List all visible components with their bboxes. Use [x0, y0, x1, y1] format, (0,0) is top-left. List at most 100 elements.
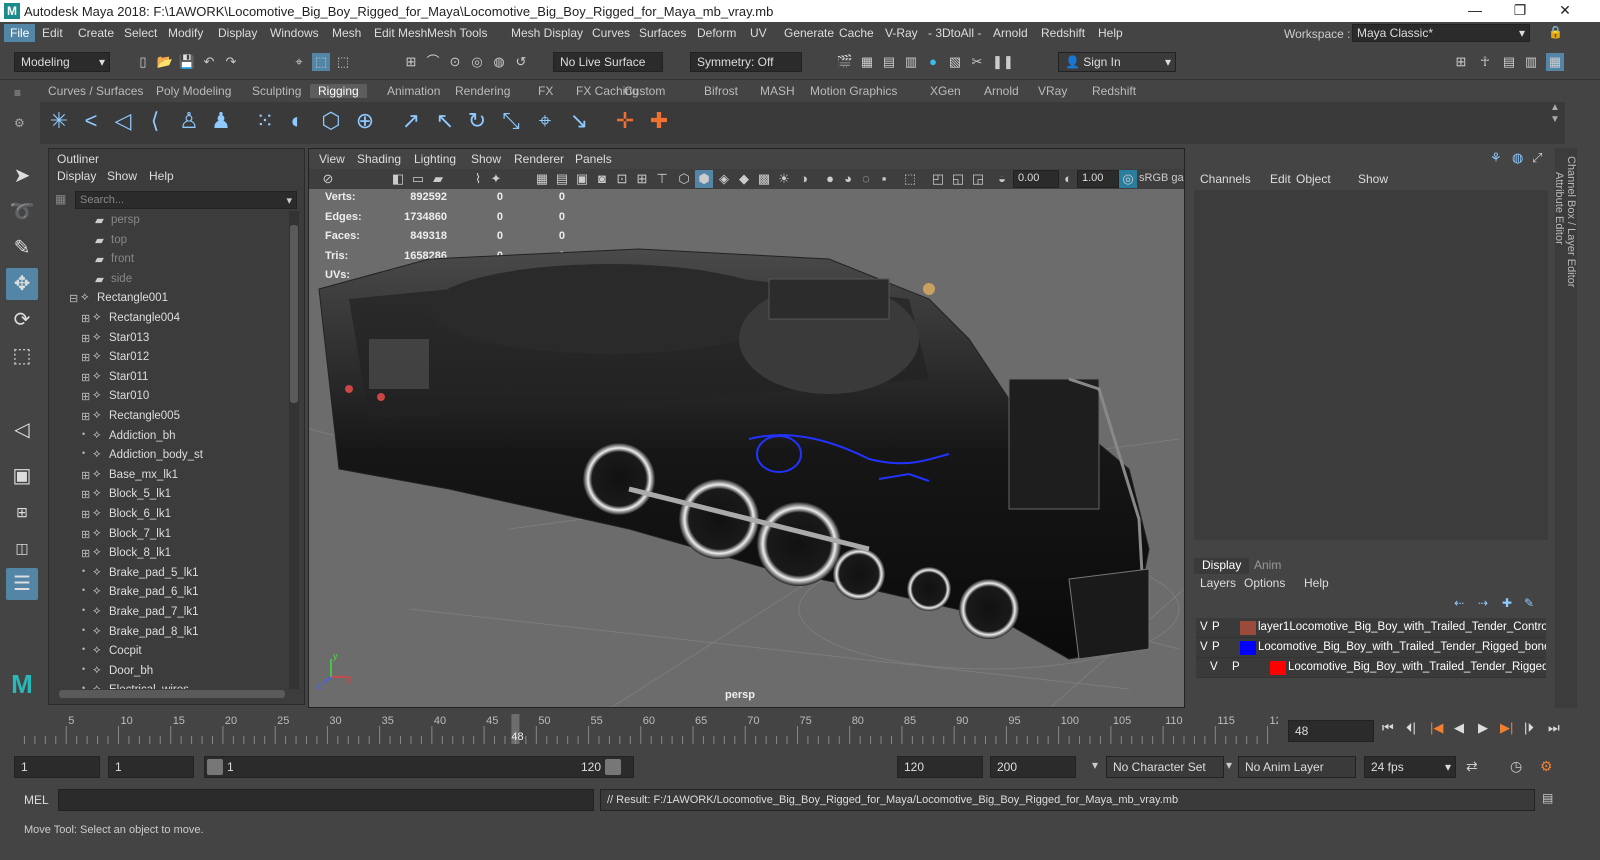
lock-camera-icon[interactable]: ▭	[409, 170, 427, 188]
ipr-render-icon[interactable]: ▤	[880, 53, 898, 71]
two-pane-icon[interactable]: ◫	[6, 532, 38, 564]
shelf-scroll-up-icon[interactable]: ▲	[1550, 102, 1560, 113]
channel-box-icon[interactable]: ▦	[1546, 53, 1564, 71]
layer-color-swatch[interactable]	[1240, 641, 1256, 655]
expand-toggle-icon[interactable]: ⊟	[69, 292, 78, 305]
save-scene-icon[interactable]: 💾	[178, 53, 196, 71]
safe-action-icon[interactable]: ⊞	[633, 170, 651, 188]
history-icon[interactable]: ↺	[512, 53, 530, 71]
minimize-icon[interactable]: —	[1455, 2, 1495, 18]
channel-box-tools-icon[interactable]: ⚘	[1490, 150, 1502, 166]
mel-input[interactable]	[58, 789, 594, 811]
select-tool-icon[interactable]: ➤	[6, 160, 38, 192]
shelf-tab-poly-modeling[interactable]: Poly Modeling	[148, 84, 239, 98]
outliner-item[interactable]: ▰ front	[49, 250, 289, 270]
gamma-icon[interactable]: ◐	[1059, 170, 1077, 188]
select-object-icon[interactable]: ⬚	[312, 53, 330, 71]
outliner-item[interactable]: • ⟡ Electrical_wires	[49, 681, 289, 689]
hypershade-icon[interactable]: ●	[924, 53, 942, 71]
shelf-tab-animation[interactable]: Animation	[379, 84, 448, 98]
select-hierarchy-icon[interactable]: ⌖	[290, 53, 308, 71]
twod-pan-icon[interactable]: ✦	[487, 170, 505, 188]
shadows-icon[interactable]: ◑	[795, 170, 813, 188]
layer-playback-toggle[interactable]: P	[1212, 641, 1220, 653]
scale-constraint-icon[interactable]: ⤡	[496, 106, 526, 136]
layer-visibility-toggle[interactable]: V	[1200, 641, 1208, 653]
render-settings-icon[interactable]: ▥	[902, 53, 920, 71]
outliner-menu-show[interactable]: Show	[107, 169, 137, 183]
paint-select-icon[interactable]: ✎	[6, 232, 38, 264]
render-frame-icon[interactable]: ▦	[858, 53, 876, 71]
wireframe-icon[interactable]: ⬡	[675, 170, 693, 188]
gate-mask-icon[interactable]: ◙	[593, 170, 611, 188]
expand-toggle-icon[interactable]: ⊞	[81, 547, 90, 560]
outliner-item[interactable]: ⊞ ⟡ Rectangle004	[49, 309, 289, 329]
orient-constraint-icon[interactable]: ↻	[462, 106, 492, 136]
image-plane-icon[interactable]: ⌇	[469, 170, 487, 188]
outliner-item[interactable]: ▰ persp	[49, 211, 289, 231]
menu-cache[interactable]: Cache	[833, 26, 880, 40]
channel-menu-object[interactable]: Object	[1296, 172, 1331, 186]
symmetry-dropdown[interactable]: Symmetry: Off	[690, 52, 802, 72]
anim-layer-dropdown[interactable]: No Anim Layer	[1238, 756, 1356, 778]
aim-constraint-icon[interactable]: ↖	[430, 106, 460, 136]
outliner-menu-help[interactable]: Help	[149, 169, 174, 183]
shelf-tab-rigging[interactable]: Rigging	[310, 84, 367, 98]
outliner-item[interactable]: • ⟡ Addiction_body_st	[49, 446, 289, 466]
time-ruler[interactable]: 5 10 15 20 25 30 35 40 45 50 55 60 65 70 75 80 85 90 95 100…	[14, 714, 1278, 746]
end-time-field[interactable]: 200	[990, 756, 1076, 778]
auto-key-icon[interactable]: ◷	[1510, 758, 1522, 775]
step-forward-icon[interactable]: |⏵	[1524, 720, 1534, 736]
color-space-label[interactable]: sRGB gam	[1139, 172, 1184, 184]
menu-file[interactable]: File	[4, 24, 36, 42]
attribute-editor-icon[interactable]: ▤	[1500, 53, 1518, 71]
vray-render-icon[interactable]: ▧	[946, 53, 964, 71]
isolate-select-icon[interactable]: ⬚	[901, 170, 919, 188]
live-surface-field[interactable]: No Live Surface	[553, 52, 663, 72]
tool-settings-icon[interactable]: ▥	[1522, 53, 1540, 71]
viewport-menu-show[interactable]: Show	[471, 152, 501, 166]
script-editor-icon[interactable]: ▤	[1542, 791, 1553, 805]
fps-dropdown[interactable]: 24 fps ▾	[1364, 756, 1456, 778]
menu-mesh-display[interactable]: Mesh Display	[505, 26, 589, 40]
layer-menu-help[interactable]: Help	[1304, 576, 1329, 590]
3dtoall-export-icon[interactable]: ✚	[644, 106, 674, 136]
layer-menu-options[interactable]: Options	[1244, 576, 1285, 590]
current-frame-field[interactable]: 48	[1288, 720, 1374, 742]
outliner-item[interactable]: ⊞ ⟡ Rectangle005	[49, 407, 289, 427]
shelf-tab-curves-surfaces[interactable]: Curves / Surfaces	[40, 84, 151, 98]
outliner-item[interactable]: ⊞ ⟡ Block_7_lk1	[49, 525, 289, 545]
textured-icon[interactable]: ◆	[735, 170, 753, 188]
tab-attribute-editor[interactable]: Attribute Editor	[1553, 148, 1565, 708]
expand-toggle-icon[interactable]: ⊞	[81, 390, 90, 403]
outliner-item[interactable]: • ⟡ Brake_pad_8_lk1	[49, 623, 289, 643]
go-to-end-icon[interactable]: ⏭	[1548, 720, 1560, 736]
skin-bind-icon[interactable]: ⟨	[140, 106, 170, 136]
point-constraint-icon[interactable]: ↗	[396, 106, 426, 136]
sculpt-deformer-icon[interactable]: ⊕	[350, 106, 380, 136]
range-start-handle[interactable]	[207, 759, 223, 775]
rotate-tool-icon[interactable]: ⟳	[6, 304, 38, 336]
anim-prefs-icon[interactable]: ⚙	[1540, 758, 1553, 775]
lattice-icon[interactable]: ◐	[282, 106, 312, 136]
wireframe-on-shaded-icon[interactable]: ◈	[715, 170, 733, 188]
snap-view-icon[interactable]: ◎	[468, 53, 486, 71]
outliner-item[interactable]: • ⟡ Cocpit	[49, 642, 289, 662]
four-pane-icon[interactable]: ⊞	[6, 496, 38, 528]
single-pane-icon[interactable]: ▣	[6, 460, 38, 492]
step-forward-key-icon[interactable]: ▶|	[1500, 720, 1513, 736]
render-view-icon[interactable]: 🎬	[836, 53, 854, 71]
gamma-field[interactable]: 1.00	[1077, 170, 1119, 188]
shelf-scroll-down-icon[interactable]: ▼	[1550, 114, 1560, 125]
outliner-item[interactable]: ⊞ ⟡ Star012	[49, 348, 289, 368]
xray-icon[interactable]: ▩	[755, 170, 773, 188]
channel-menu-show[interactable]: Show	[1358, 172, 1388, 186]
mode-dropdown[interactable]: Modeling ▾	[14, 52, 110, 72]
redo-icon[interactable]: ↷	[222, 53, 240, 71]
expand-toggle-icon[interactable]: ⊞	[81, 508, 90, 521]
film-gate-icon[interactable]: ▤	[553, 170, 571, 188]
channel-menu-edit[interactable]: Edit	[1270, 172, 1291, 186]
pole-vector-icon[interactable]: ↘	[564, 106, 594, 136]
select-component-icon[interactable]: ⬚	[334, 53, 352, 71]
outliner-menu-display[interactable]: Display	[57, 169, 96, 183]
